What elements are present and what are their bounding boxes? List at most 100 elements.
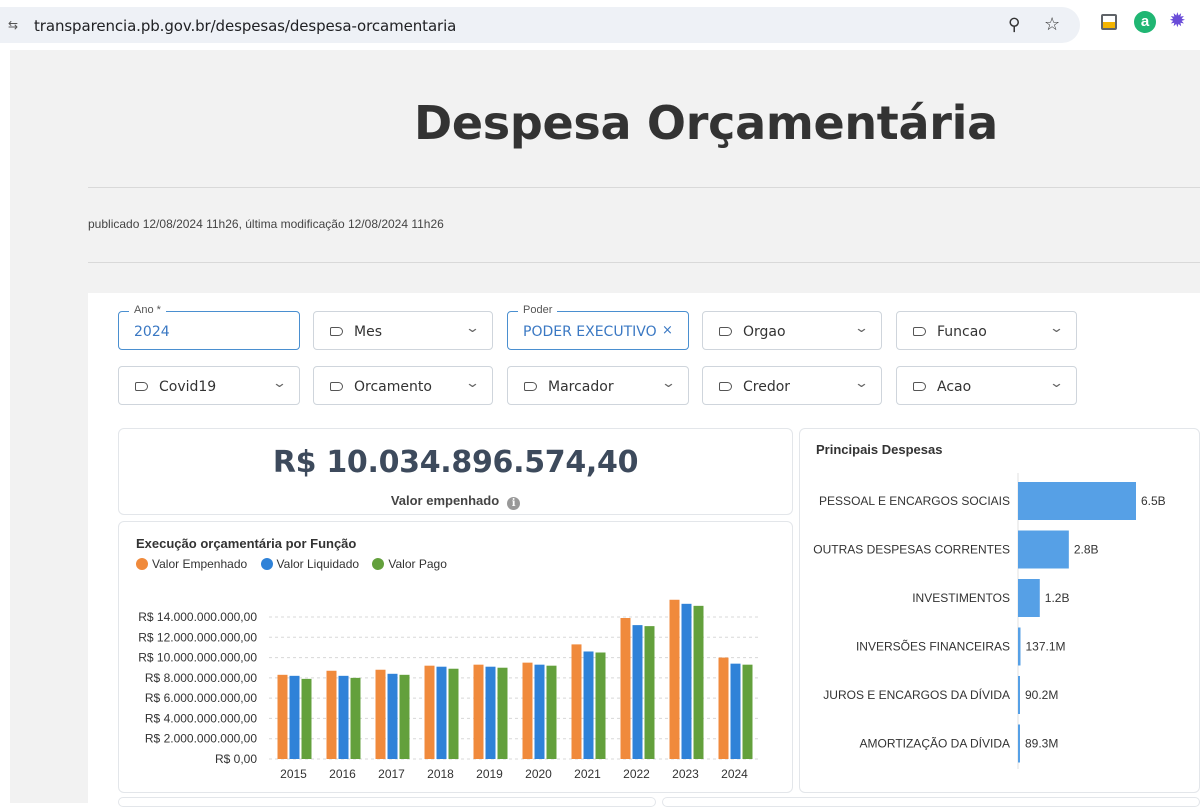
filter-ano[interactable]: Ano * 2024 — [118, 304, 300, 350]
address-bar[interactable]: ⇆ transparencia.pb.gov.br/despesas/despe… — [0, 7, 1080, 43]
bar-2016-1 — [338, 675, 349, 759]
filter-credor[interactable]: Credor ⌄ — [702, 366, 882, 405]
publication-info: publicado 12/08/2024 11h26, última modif… — [88, 217, 444, 231]
y-tick-label: R$ 6.000.000.000,00 — [145, 691, 257, 705]
x-tick-label: 2022 — [623, 767, 650, 781]
next-card — [118, 797, 656, 807]
amazon-assistant-icon[interactable]: a — [1134, 11, 1156, 33]
hbar-value-label: 89.3M — [1025, 737, 1058, 751]
chevron-down-icon[interactable]: ⌄ — [854, 376, 869, 391]
hbar-category-label: PESSOAL E ENCARGOS SOCIAIS — [819, 494, 1010, 508]
x-tick-label: 2024 — [721, 767, 748, 781]
filter-marcador[interactable]: Marcador ⌄ — [507, 366, 689, 405]
hbar-1 — [1018, 530, 1069, 569]
bar-2019-0 — [473, 664, 484, 759]
hbar-value-label: 137.1M — [1025, 640, 1065, 654]
bar-2019-2 — [497, 667, 508, 759]
bar-2017-2 — [399, 674, 410, 759]
execution-chart-card: Execução orçamentária por Função Valor E… — [118, 521, 793, 793]
tag-icon — [135, 382, 148, 391]
hbar-category-label: INVESTIMENTOS — [912, 591, 1010, 605]
bar-2018-2 — [448, 668, 459, 759]
browser-toolbar: ⇆ transparencia.pb.gov.br/despesas/despe… — [0, 0, 1200, 50]
extension-icon[interactable] — [1101, 14, 1117, 30]
chevron-down-icon[interactable]: ⌄ — [661, 376, 676, 391]
filter-orcamento[interactable]: Orcamento ⌄ — [313, 366, 493, 405]
zoom-icon[interactable]: ⚲ — [1008, 15, 1020, 35]
bar-2023-2 — [693, 605, 704, 759]
url-text[interactable]: transparencia.pb.gov.br/despesas/despesa… — [34, 17, 456, 35]
filter-poder[interactable]: Poder PODER EXECUTIVO × — [507, 304, 689, 350]
tag-icon — [330, 382, 343, 391]
x-tick-label: 2017 — [378, 767, 405, 781]
kpi-card: R$ 10.034.896.574,40 Valor empenhado i — [118, 428, 793, 515]
hbar-0 — [1018, 482, 1136, 520]
bookmark-star-icon[interactable]: ☆ — [1044, 14, 1060, 35]
x-tick-label: 2019 — [476, 767, 503, 781]
kpi-value: R$ 10.034.896.574,40 — [272, 445, 639, 480]
bar-2017-0 — [375, 669, 386, 759]
tag-icon — [330, 327, 343, 336]
clear-icon[interactable]: × — [662, 323, 673, 338]
bar-2023-1 — [681, 603, 692, 759]
divider — [88, 187, 1200, 188]
hbar-value-label: 1.2B — [1045, 591, 1070, 605]
filter-ano-label: Ano * — [129, 304, 166, 316]
divider — [88, 262, 1200, 263]
hbar-3 — [1018, 627, 1021, 666]
bar-2017-1 — [387, 673, 398, 759]
filter-covid19[interactable]: Covid19 ⌄ — [118, 366, 300, 405]
main-expenses-card: Principais Despesas PESSOAL E ENCARGOS S… — [799, 428, 1200, 793]
next-card — [662, 797, 1200, 807]
chevron-down-icon[interactable]: ⌄ — [272, 376, 287, 391]
hbar-value-label: 2.8B — [1074, 543, 1099, 557]
bar-2022-0 — [620, 618, 631, 759]
filter-ano-value[interactable]: 2024 — [134, 324, 170, 340]
tag-icon — [719, 327, 732, 336]
extension-flower-icon[interactable]: ✹ — [1169, 8, 1186, 32]
bar-2024-0 — [718, 657, 729, 759]
x-tick-label: 2023 — [672, 767, 699, 781]
chevron-down-icon[interactable]: ⌄ — [1049, 321, 1064, 336]
chevron-down-icon[interactable]: ⌄ — [854, 321, 869, 336]
kpi-label: Valor empenhado — [390, 493, 500, 508]
site-settings-icon[interactable]: ⇆ — [8, 18, 18, 32]
hbar-category-label: OUTRAS DESPESAS CORRENTES — [813, 543, 1010, 557]
filter-orgao[interactable]: Orgao ⌄ — [702, 311, 882, 350]
tag-icon — [719, 382, 732, 391]
hbar-category-label: INVERSÕES FINANCEIRAS — [856, 639, 1010, 654]
hbar-5 — [1018, 724, 1020, 763]
x-tick-label: 2016 — [329, 767, 356, 781]
filter-mes[interactable]: Mes ⌄ — [313, 311, 493, 350]
y-tick-label: R$ 14.000.000.000,00 — [138, 610, 257, 624]
filter-marcador-label: Marcador — [548, 379, 614, 395]
filter-acao-label: Acao — [937, 379, 972, 395]
filter-funcao[interactable]: Funcao ⌄ — [896, 311, 1077, 350]
info-icon[interactable]: i — [507, 497, 521, 510]
filter-poder-value[interactable]: PODER EXECUTIVO — [523, 324, 657, 340]
bar-2023-0 — [669, 599, 680, 759]
execution-bar-chart: R$ 0,00 R$ 2.000.000.000,00 R$ 4.000.000.0… — [138, 599, 759, 781]
bar-2022-2 — [644, 626, 655, 759]
chevron-down-icon[interactable]: ⌄ — [1049, 376, 1064, 391]
bar-2019-1 — [485, 666, 496, 759]
filter-acao[interactable]: Acao ⌄ — [896, 366, 1077, 405]
filter-poder-label: Poder — [518, 304, 558, 316]
bar-2020-1 — [534, 664, 545, 759]
kpi-label-row: Valor empenhado i — [119, 493, 792, 510]
y-tick-label: R$ 4.000.000.000,00 — [145, 711, 257, 725]
bar-2016-0 — [326, 670, 337, 759]
chevron-down-icon[interactable]: ⌄ — [465, 376, 480, 391]
bar-2021-0 — [571, 644, 582, 759]
x-tick-label: 2021 — [574, 767, 601, 781]
bar-2016-2 — [350, 677, 361, 759]
chevron-down-icon[interactable]: ⌄ — [465, 321, 480, 336]
hbar-value-label: 6.5B — [1141, 494, 1166, 508]
x-tick-label: 2018 — [427, 767, 454, 781]
filter-mes-label: Mes — [354, 324, 382, 340]
bar-2022-1 — [632, 625, 643, 759]
filter-funcao-label: Funcao — [937, 324, 987, 340]
hbar-value-label: 90.2M — [1025, 688, 1058, 702]
bar-2015-1 — [289, 675, 300, 759]
filter-orcamento-label: Orcamento — [354, 379, 432, 395]
